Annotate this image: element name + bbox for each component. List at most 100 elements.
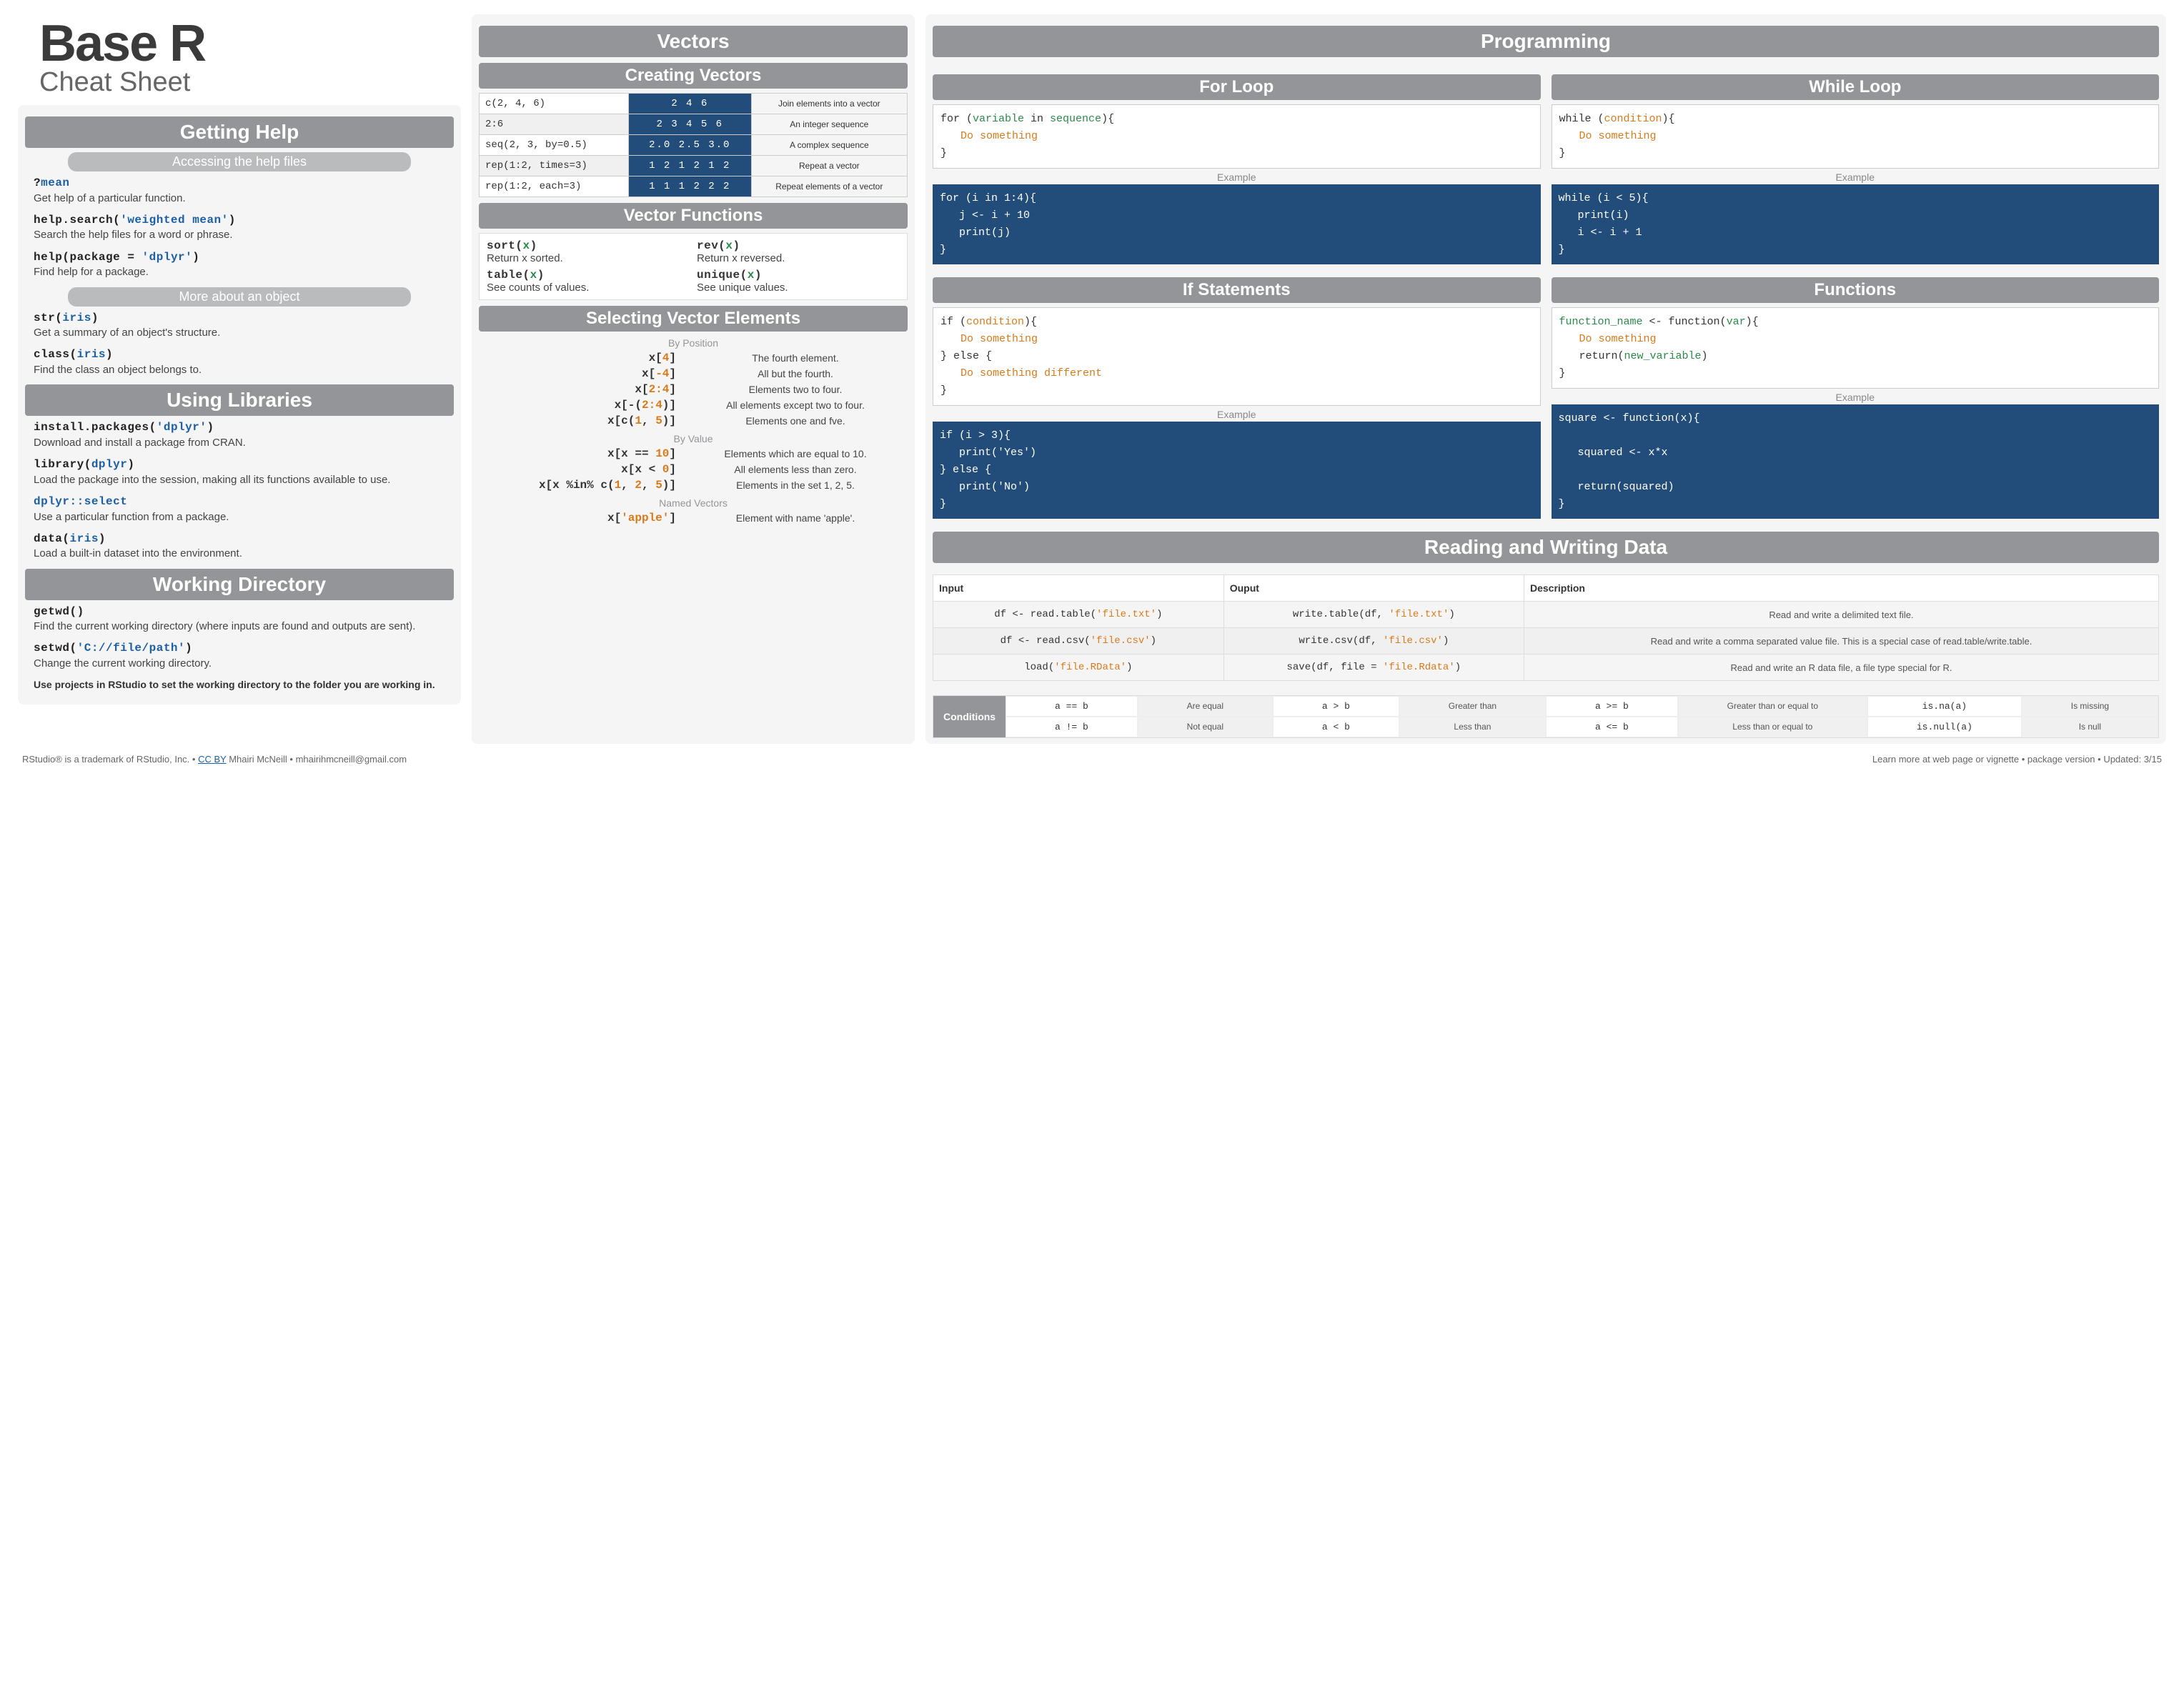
functions-head: Functions [1552, 277, 2160, 303]
vector-functions-head: Vector Functions [479, 203, 908, 229]
page-subtitle: Cheat Sheet [39, 67, 461, 98]
footer-left: RStudio® is a trademark of RStudio, Inc.… [22, 754, 407, 765]
table-desc: See counts of values. [487, 282, 690, 294]
help-search: help.search('weighted mean') Search the … [34, 213, 445, 243]
fn-example-label: Example [1552, 392, 2160, 403]
vector-functions-box: sort(x) Return x sorted. table(x) See co… [479, 233, 908, 300]
cond-code: a <= b [1546, 717, 1678, 737]
fn-example-code: square <- function(x){ squared <- x*x re… [1552, 404, 2160, 519]
footer: RStudio® is a trademark of RStudio, Inc.… [18, 754, 2166, 765]
cond-code: a == b [1006, 696, 1138, 717]
for-example-label: Example [933, 171, 1541, 183]
title-block: Base R Cheat Sheet [18, 14, 461, 105]
footer-right: Learn more at web page or vignette • pac… [1872, 754, 2162, 765]
rw-row: load('file.RData')save(df, file = 'file.… [933, 655, 2159, 681]
class-entry: class(iris) Find the class an object bel… [34, 347, 445, 377]
vectors-head: Vectors [479, 26, 908, 57]
cc-by-link[interactable]: CC BY [198, 754, 227, 765]
cond-desc: Not equal [1138, 717, 1273, 737]
setwd-entry: setwd('C://file/path') Change the curren… [34, 641, 445, 671]
vector-row: 2:62 3 4 5 6An integer sequence [480, 114, 908, 135]
more-about-object-sub: More about an object [68, 287, 411, 307]
if-example-code: if (i > 3){ print('Yes') } else { print(… [933, 422, 1541, 519]
sel-val-row: x[x < 0]All elements less than zero. [479, 463, 908, 476]
sel-pos-row: x[2:4]Elements two to four. [479, 383, 908, 396]
vector-row: rep(1:2, times=3)1 2 1 2 1 2Repeat a vec… [480, 156, 908, 176]
wd-note: Use projects in RStudio to set the worki… [34, 678, 445, 692]
cond-code: is.null(a) [1867, 717, 2022, 737]
for-example-code: for (i in 1:4){ j <- i + 10 print(j) } [933, 184, 1541, 264]
by-position-label: By Position [479, 337, 908, 349]
getwd-entry: getwd() Find the current working directo… [34, 604, 445, 635]
for-loop-template: for (variable in sequence){ Do something… [933, 104, 1541, 169]
cond-code: a > b [1273, 696, 1399, 717]
getting-help-head: Getting Help [25, 116, 454, 148]
cond-desc: Greater than [1399, 696, 1546, 717]
rw-th-input: Input [933, 575, 1224, 602]
function-template: function_name <- function(var){ Do somet… [1552, 307, 2160, 389]
if-template: if (condition){ Do something } else { Do… [933, 307, 1541, 406]
by-value-label: By Value [479, 433, 908, 444]
page-title: Base R [39, 14, 461, 73]
cond-code: a < b [1273, 717, 1399, 737]
table-code: table(x) [487, 269, 690, 282]
while-example-label: Example [1552, 171, 2160, 183]
cond-code: is.na(a) [1867, 696, 2022, 717]
rw-th-desc: Description [1524, 575, 2158, 602]
sel-pos-row: x[4]The fourth element. [479, 352, 908, 364]
sel-val-row: x[x == 10]Elements which are equal to 10… [479, 447, 908, 460]
rev-desc: Return x reversed. [697, 252, 900, 264]
rw-table: Input Ouput Description df <- read.table… [933, 574, 2159, 681]
conditions-box: Conditions a == bAre equala > bGreater t… [933, 695, 2159, 738]
rw-row: df <- read.csv('file.csv')write.csv(df, … [933, 628, 2159, 655]
sel-val-row: x[x %in% c(1, 2, 5)]Elements in the set … [479, 479, 908, 492]
vector-row: rep(1:2, each=3)1 1 1 2 2 2Repeat elemen… [480, 176, 908, 197]
sel-pos-row: x[-(2:4)]All elements except two to four… [479, 399, 908, 412]
conditions-label: Conditions [933, 696, 1006, 737]
cond-code: a != b [1006, 717, 1138, 737]
creating-vectors-head: Creating Vectors [479, 63, 908, 89]
rev-code: rev(x) [697, 239, 900, 252]
sel-named-row: x['apple'] Element with name 'apple'. [479, 512, 908, 524]
sel-pos-row: x[-4]All but the fourth. [479, 367, 908, 380]
programming-head: Programming [933, 26, 2159, 57]
namespace-entry: dplyr::select Use a particular function … [34, 494, 445, 524]
data-entry: data(iris) Load a built-in dataset into … [34, 532, 445, 562]
cond-desc: Less than or equal to [1678, 717, 1867, 737]
vector-row: seq(2, 3, by=0.5)2.0 2.5 3.0A complex se… [480, 135, 908, 156]
col-right: Programming For Loop for (variable in se… [925, 14, 2166, 744]
sort-code: sort(x) [487, 239, 690, 252]
cond-desc: Is null [2022, 717, 2158, 737]
if-head: If Statements [933, 277, 1541, 303]
col-left: Base R Cheat Sheet Getting Help Accessin… [18, 14, 461, 744]
unique-desc: See unique values. [697, 282, 900, 294]
library-entry: library(dplyr) Load the package into the… [34, 457, 445, 487]
rw-head: Reading and Writing Data [933, 532, 2159, 563]
cond-desc: Less than [1399, 717, 1546, 737]
while-example-code: while (i < 5){ print(i) i <- i + 1 } [1552, 184, 2160, 264]
vector-row: c(2, 4, 6)2 4 6Join elements into a vect… [480, 94, 908, 114]
unique-code: unique(x) [697, 269, 900, 282]
while-loop-template: while (condition){ Do something } [1552, 104, 2160, 169]
named-vectors-label: Named Vectors [479, 497, 908, 509]
cond-desc: Is missing [2022, 696, 2158, 717]
using-libraries-head: Using Libraries [25, 384, 454, 416]
sort-desc: Return x sorted. [487, 252, 690, 264]
working-directory-head: Working Directory [25, 569, 454, 600]
selecting-elements-head: Selecting Vector Elements [479, 306, 908, 332]
rw-th-output: Ouput [1223, 575, 1524, 602]
col-vectors: Vectors Creating Vectors c(2, 4, 6)2 4 6… [472, 14, 915, 744]
if-example-label: Example [933, 409, 1541, 420]
rw-row: df <- read.table('file.txt')write.table(… [933, 602, 2159, 628]
creating-vectors-table: c(2, 4, 6)2 4 6Join elements into a vect… [479, 93, 908, 197]
cond-code: a >= b [1546, 696, 1678, 717]
sel-pos-row: x[c(1, 5)]Elements one and fve. [479, 414, 908, 427]
for-loop-head: For Loop [933, 74, 1541, 100]
str-entry: str(iris) Get a summary of an object's s… [34, 311, 445, 341]
cond-desc: Are equal [1138, 696, 1273, 717]
accessing-help-sub: Accessing the help files [68, 152, 411, 171]
install-packages: install.packages('dplyr') Download and i… [34, 420, 445, 450]
cond-desc: Greater than or equal to [1678, 696, 1867, 717]
page: Base R Cheat Sheet Getting Help Accessin… [18, 14, 2166, 744]
help-package: help(package = 'dplyr') Find help for a … [34, 250, 445, 280]
